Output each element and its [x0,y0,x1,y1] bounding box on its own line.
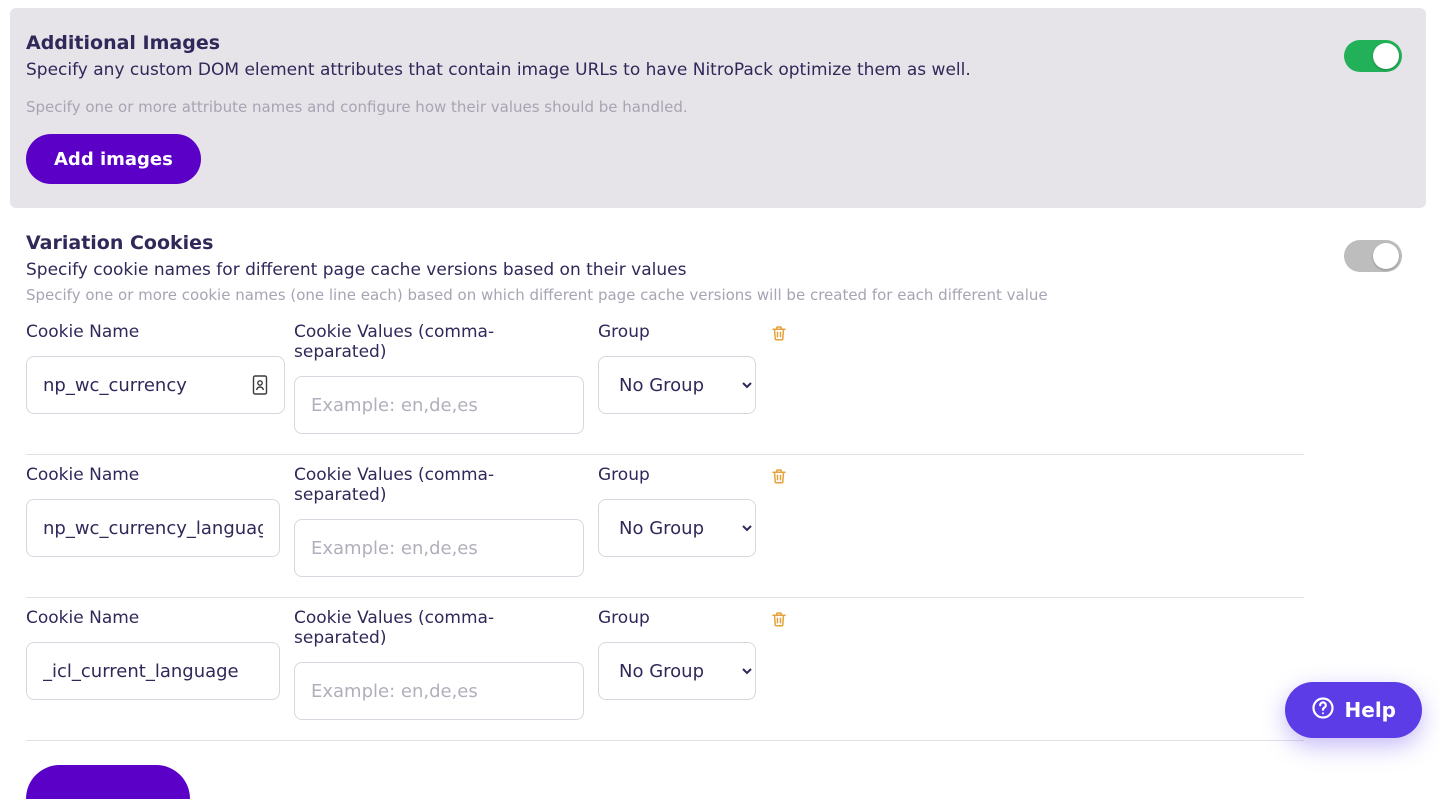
cookie-name-input[interactable] [26,499,280,557]
cookie-row: Cookie Name Cookie Values (comma-separat… [26,455,1304,598]
cookie-values-input[interactable] [294,519,584,577]
cookie-group-field: Group No Group [598,322,756,414]
cookie-group-label: Group [598,465,756,485]
cookie-name-input[interactable] [26,642,280,700]
cookie-group-field: Group No Group [598,608,756,700]
add-images-button[interactable]: Add images [26,134,201,184]
cookie-group-select[interactable]: No Group [598,356,756,414]
delete-row-button[interactable] [770,467,790,487]
variation-cookies-toggle[interactable] [1344,240,1402,272]
cookie-values-input[interactable] [294,376,584,434]
help-widget[interactable]: Help [1285,682,1422,738]
help-icon [1311,696,1335,725]
help-label: Help [1345,698,1396,722]
cookie-values-label: Cookie Values (comma-separated) [294,322,584,362]
cookie-values-input[interactable] [294,662,584,720]
additional-images-help: Specify one or more attribute names and … [26,98,1402,116]
cookie-group-label: Group [598,608,756,628]
cookie-name-input[interactable] [26,356,285,414]
cookie-name-label: Cookie Name [26,465,280,485]
cookie-name-label: Cookie Name [26,608,280,628]
cookie-group-select[interactable]: No Group [598,642,756,700]
cookie-values-field: Cookie Values (comma-separated) [294,465,584,577]
cookie-values-field: Cookie Values (comma-separated) [294,608,584,720]
cookie-values-label: Cookie Values (comma-separated) [294,465,584,505]
cookie-values-label: Cookie Values (comma-separated) [294,608,584,648]
cookie-group-field: Group No Group [598,465,756,557]
additional-images-toggle[interactable] [1344,40,1402,72]
additional-images-title: Additional Images [26,32,1402,54]
add-cookie-area [26,741,1402,799]
settings-page: Additional Images Specify any custom DOM… [0,0,1440,799]
delete-row-button[interactable] [770,324,790,344]
variation-cookies-help: Specify one or more cookie names (one li… [26,286,1402,304]
toggle-knob [1373,43,1399,69]
variation-cookies-section: Variation Cookies Specify cookie names f… [10,208,1426,799]
cookie-row: Cookie Name Cookie Values (com [26,322,1304,455]
autofill-contacts-icon [252,375,268,395]
cookie-name-field: Cookie Name [26,465,280,557]
cookie-name-label: Cookie Name [26,322,280,342]
variation-cookies-subtitle: Specify cookie names for different page … [26,260,1402,280]
cookie-group-label: Group [598,322,756,342]
cookie-name-input-wrap [26,356,280,414]
cookie-name-field: Cookie Name [26,608,280,700]
variation-cookies-title: Variation Cookies [26,232,1402,254]
toggle-knob [1373,243,1399,269]
cookie-row: Cookie Name Cookie Values (comma-separat… [26,598,1304,741]
add-cookie-button[interactable] [26,765,190,799]
additional-images-subtitle: Specify any custom DOM element attribute… [26,60,1402,80]
cookie-values-field: Cookie Values (comma-separated) [294,322,584,434]
cookie-name-field: Cookie Name [26,322,280,414]
delete-row-button[interactable] [770,610,790,630]
additional-images-section: Additional Images Specify any custom DOM… [10,8,1426,208]
cookie-group-select[interactable]: No Group [598,499,756,557]
cookie-rows: Cookie Name Cookie Values (com [26,322,1402,741]
